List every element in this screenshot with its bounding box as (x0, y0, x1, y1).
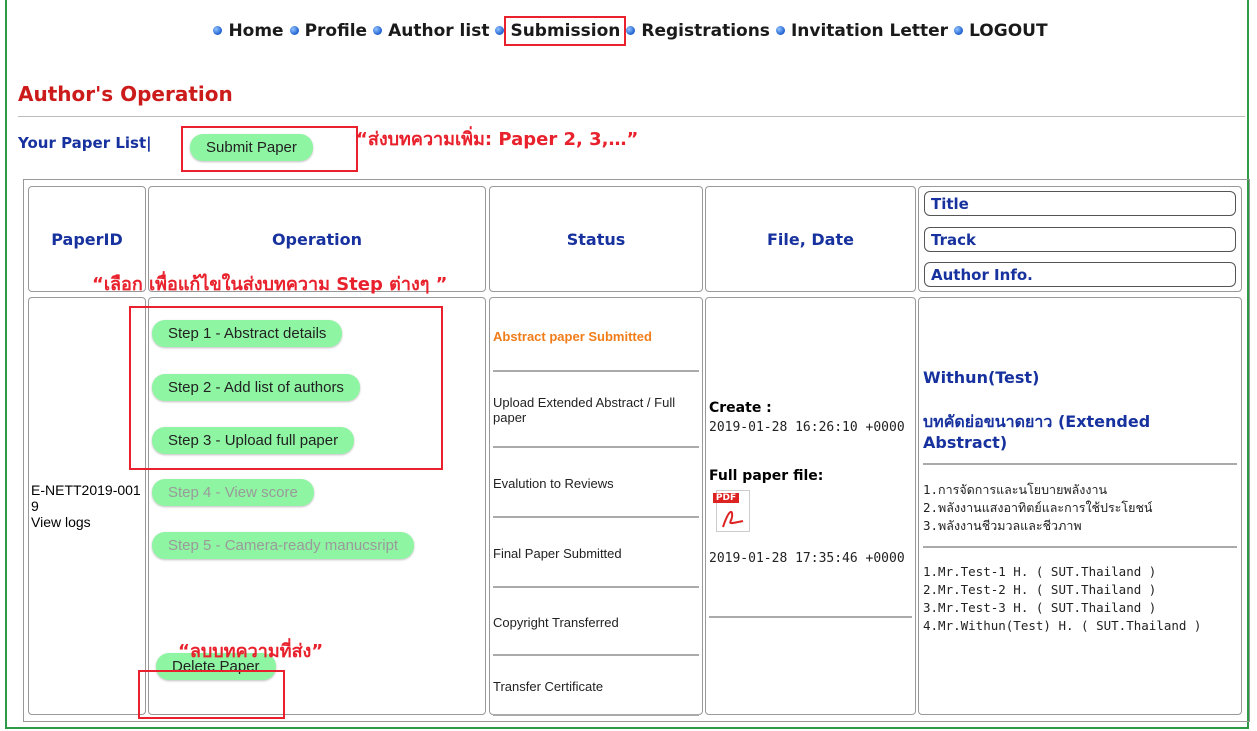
header-title: Title (924, 191, 1236, 216)
pdf-file-icon[interactable]: PDF (713, 490, 750, 532)
file-date-cell: Create : 2019-01-28 16:26:10 +0000 Full … (705, 297, 916, 715)
bullet-icon (373, 25, 383, 35)
track-item: 3.พลังงานชีวมวลและชีวภาพ (923, 518, 1082, 533)
bullet-icon (213, 25, 223, 35)
nav-submission[interactable]: Submission (504, 16, 627, 46)
full-paper-label: Full paper file: (709, 468, 824, 484)
paper-title: บทคัดย่อขนาดยาว (Extended Abstract) (923, 412, 1151, 452)
title-cell: Withun(Test) บทคัดย่อขนาดยาว (Extended A… (918, 297, 1242, 715)
pdf-label: PDF (713, 493, 739, 503)
status-upload-full-paper: Upload Extended Abstract / Full paper (493, 374, 699, 448)
annotation-delete-sent: “ลบบทความที่ส่ง” (178, 641, 324, 662)
submit-paper-button[interactable]: Submit Paper (190, 134, 313, 161)
header-file-date: File, Date (705, 186, 916, 292)
nav-profile[interactable]: Profile (304, 21, 368, 41)
paper-list-link[interactable]: Your Paper List| (18, 134, 152, 152)
bullet-icon (954, 25, 964, 35)
create-date: 2019-01-28 16:26:10 +0000 (709, 420, 905, 435)
status-final-paper: Final Paper Submitted (493, 520, 699, 588)
header-author-info: Author Info. (924, 262, 1236, 287)
acrobat-icon (722, 510, 744, 528)
status-abstract-submitted: Abstract paper Submitted (493, 302, 699, 372)
author-item: 4.Mr.Withun(Test) H. ( SUT.Thailand ) (923, 618, 1202, 633)
status-copyright: Copyright Transferred (493, 590, 699, 656)
nav-registrations[interactable]: Registrations (640, 21, 771, 41)
header-title-group: Title Track Author Info. (918, 186, 1242, 292)
track-list: 1.การจัดการและนโยบายพลังงาน 2.พลังงานแสง… (923, 481, 1152, 535)
delete-highlight-box (138, 670, 285, 719)
nav-author-list[interactable]: Author list (387, 21, 490, 41)
full-paper-date: 2019-01-28 17:35:46 +0000 (709, 551, 905, 566)
divider (18, 116, 1245, 117)
status-cell: Abstract paper Submitted Upload Extended… (489, 297, 703, 716)
annotation-select-edit: “เลือก เพื่อแก้ไขในส่งบทความ Step ต่างๆ … (92, 274, 448, 295)
title-divider-1 (923, 463, 1237, 465)
bullet-icon (626, 25, 636, 35)
step5-camera-ready-button: Step 5 - Camera-ready manucsript (152, 532, 415, 559)
header-status: Status (489, 186, 703, 292)
status-evaluation: Evalution to Reviews (493, 450, 699, 518)
view-logs-link[interactable]: View logs (31, 514, 145, 530)
annotation-submit-more: “ส่งบทความเพิ่ม: Paper 2, 3,…” (356, 129, 639, 150)
title-divider-2 (923, 546, 1237, 548)
bullet-icon (289, 25, 299, 35)
author-list: 1.Mr.Test-1 H. ( SUT.Thailand ) 2.Mr.Tes… (923, 563, 1201, 635)
top-nav: Home Profile Author list Submission Registra… (0, 16, 1257, 46)
nav-logout[interactable]: LOGOUT (968, 21, 1048, 41)
header-track: Track (924, 227, 1236, 252)
track-item: 1.การจัดการและนโยบายพลังงาน (923, 482, 1108, 497)
bullet-icon (775, 25, 785, 35)
file-divider (709, 616, 912, 618)
nav-home[interactable]: Home (227, 21, 284, 41)
author-item: 3.Mr.Test-3 H. ( SUT.Thailand ) (923, 600, 1157, 615)
bullet-icon (495, 25, 505, 35)
status-transfer-certificate: Transfer Certificate (493, 658, 699, 716)
track-item: 2.พลังงานแสงอาทิตย์และการใช้ประโยชน์ (923, 500, 1153, 515)
paper-id-value: E-NETT2019-0019 (31, 482, 141, 514)
author-item: 1.Mr.Test-1 H. ( SUT.Thailand ) (923, 564, 1157, 579)
page-title: Author's Operation (18, 82, 233, 106)
step4-view-score-button: Step 4 - View score (152, 479, 314, 506)
steps-highlight-box (129, 306, 443, 470)
author-name: Withun(Test) (923, 368, 1040, 387)
create-label: Create : (709, 400, 772, 416)
nav-invitation-letter[interactable]: Invitation Letter (790, 21, 949, 41)
author-item: 2.Mr.Test-2 H. ( SUT.Thailand ) (923, 582, 1157, 597)
